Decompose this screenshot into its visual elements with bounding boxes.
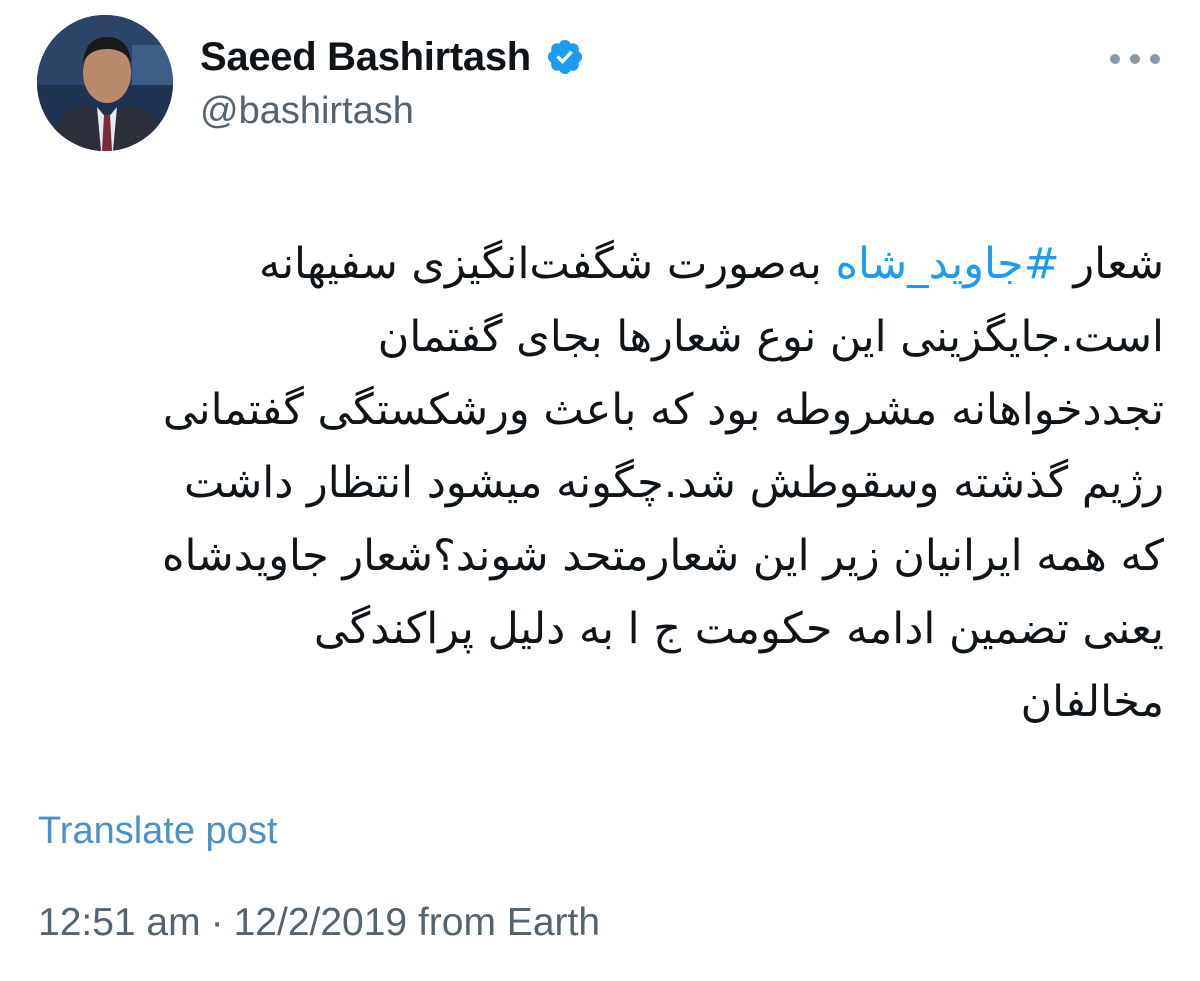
avatar-image (37, 15, 173, 151)
post-text-line: یعنی تضمین ادامه حکومت ج ا به دلیل پراکن… (313, 604, 1164, 654)
author-name-row: Saeed Bashirtash (200, 33, 585, 81)
post-time[interactable]: 12:51 am (38, 901, 201, 944)
more-dot (1150, 54, 1160, 64)
author-handle[interactable]: @bashirtash (200, 88, 414, 134)
post-text-segment: شعار (1059, 239, 1164, 289)
post-text-line: مخالفان (1020, 677, 1164, 727)
post-card: Saeed Bashirtash @bashirtash شعار #جاوید… (0, 0, 1200, 981)
post-text-line: شعار #جاوید_شاه به‌صورت شگفت‌انگیزی سفیه… (34, 228, 1164, 301)
post-text-line: رژیم گذشته وسقوطش شد.چگونه میشود انتظار … (184, 458, 1164, 508)
post-text-segment: به‌صورت شگفت‌انگیزی سفیهانه (259, 239, 836, 289)
avatar[interactable] (37, 15, 173, 151)
post-text-line: که همه ایرانیان زیر این شعارمتحد شوند؟شع… (162, 531, 1164, 581)
more-options-icon[interactable] (1110, 44, 1160, 74)
post-date[interactable]: 12/2/2019 (234, 901, 408, 944)
post-text-line: است.جایگزینی این نوع شعارها بجای گفتمان (377, 312, 1164, 362)
meta-separator: · (210, 901, 224, 944)
hashtag-link[interactable]: #جاوید_شاه (836, 239, 1060, 289)
post-text: شعار #جاوید_شاه به‌صورت شگفت‌انگیزی سفیه… (34, 228, 1164, 739)
post-source: from Earth (417, 901, 601, 944)
more-dot (1110, 54, 1120, 64)
post-meta: 12:51 am · 12/2/2019 from Earth (38, 900, 600, 946)
verified-badge-icon (545, 37, 585, 77)
author-display-name[interactable]: Saeed Bashirtash (200, 33, 531, 81)
more-dot (1130, 54, 1140, 64)
post-text-line: تجددخواهانه مشروطه بود که باعث ورشکستگی … (162, 385, 1164, 435)
translate-post-link[interactable]: Translate post (38, 808, 277, 854)
